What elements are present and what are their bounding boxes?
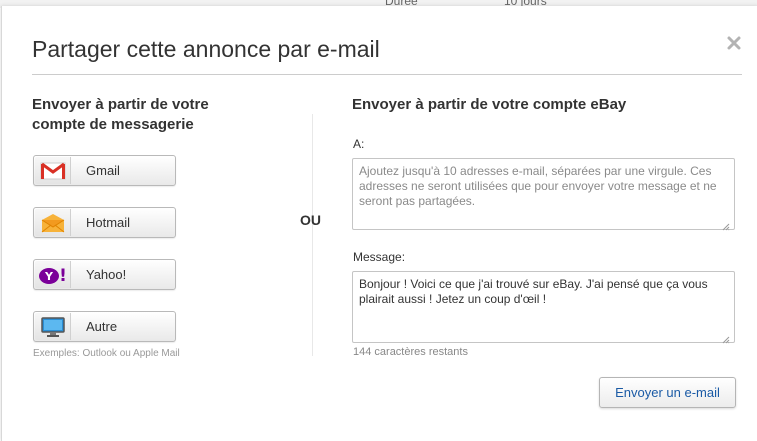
yahoo-button[interactable]: Y ! Yahoo!	[33, 259, 176, 290]
yahoo-label: Yahoo!	[86, 267, 127, 282]
yahoo-icon: Y !	[35, 261, 71, 288]
message-field[interactable]: Bonjour ! Voici ce que j'ai trouvé sur e…	[352, 271, 735, 343]
hotmail-button[interactable]: Hotmail	[33, 207, 176, 238]
title-divider	[32, 74, 742, 75]
other-label: Autre	[86, 319, 118, 334]
other-email-button[interactable]: Autre	[33, 311, 176, 342]
examples-hint: Exemples: Outlook ou Apple Mail	[33, 348, 180, 359]
characters-remaining: 144 caractères restants	[353, 346, 468, 358]
hotmail-label: Hotmail	[86, 215, 131, 230]
gmail-button[interactable]: Gmail	[33, 155, 176, 186]
to-label: A:	[353, 137, 365, 151]
to-field[interactable]: Ajoutez jusqu'à 10 adresses e-mail, sépa…	[352, 158, 735, 230]
close-icon[interactable]	[726, 35, 742, 51]
gmail-icon	[35, 157, 71, 184]
or-separator: OU	[300, 212, 321, 228]
ebay-account-heading: Envoyer à partir de votre compte eBay	[352, 96, 627, 113]
hotmail-icon	[35, 209, 71, 236]
gmail-label: Gmail	[86, 163, 120, 178]
monitor-icon	[35, 313, 71, 340]
column-divider	[312, 114, 313, 356]
share-email-dialog: Partager cette annonce par e-mail Envoye…	[1, 6, 757, 441]
dialog-title: Partager cette annonce par e-mail	[32, 36, 380, 62]
svg-text:!: !	[59, 266, 67, 285]
resize-grip-icon[interactable]	[722, 218, 730, 231]
svg-text:Y: Y	[44, 270, 54, 283]
email-account-heading: Envoyer à partir de votre compte de mess…	[32, 96, 209, 133]
message-label: Message:	[353, 250, 406, 264]
resize-grip-icon[interactable]	[722, 331, 730, 344]
send-email-button[interactable]: Envoyer un e-mail	[599, 377, 736, 408]
